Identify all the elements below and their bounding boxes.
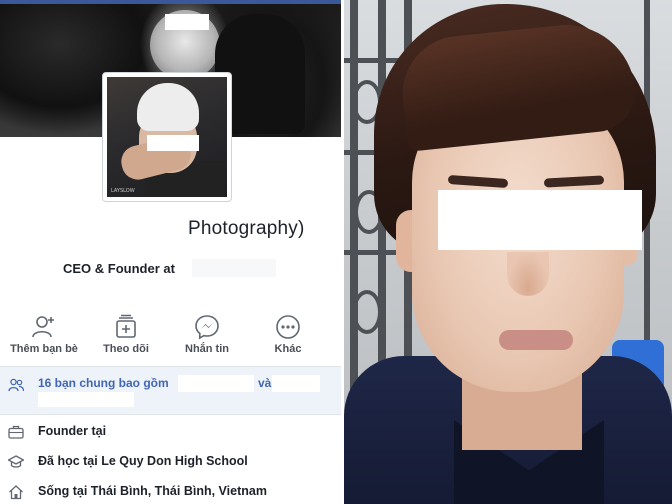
cover-redaction — [165, 14, 209, 30]
avatar-redaction — [147, 135, 199, 151]
section-divider — [0, 414, 341, 415]
info-location-row[interactable]: Sống tại Thái Bình, Thái Bình, Vietnam — [0, 480, 341, 504]
messenger-icon — [195, 315, 219, 340]
briefcase-icon — [8, 425, 24, 439]
avatar-hair — [137, 83, 199, 131]
mutual-name-redaction — [272, 375, 320, 392]
mutual-friends-icon — [8, 378, 24, 392]
mutual-friends-and: và — [258, 376, 272, 390]
profile-name: Photography) — [188, 218, 305, 239]
add-friend-icon — [32, 316, 54, 338]
add-friend-label: Thêm bạn bè — [10, 343, 78, 355]
follow-icon — [116, 314, 136, 338]
home-icon — [9, 485, 23, 500]
lips — [499, 330, 573, 350]
selfie-photo — [344, 0, 672, 504]
more-label: Khác — [274, 343, 302, 355]
info-education-text: Đã học tại Le Quy Don High School — [38, 454, 248, 468]
info-work-row[interactable]: Founder tại — [0, 420, 341, 444]
mutual-name-redaction — [178, 375, 254, 392]
message-button[interactable]: Nhắn tin — [171, 314, 243, 355]
bio-redaction — [192, 259, 276, 277]
info-education-row[interactable]: Đã học tại Le Quy Don High School — [0, 450, 341, 474]
follow-button[interactable]: Theo dõi — [90, 314, 162, 355]
follow-label: Theo dõi — [103, 343, 149, 355]
add-friend-button[interactable]: Thêm bạn bè — [8, 314, 80, 355]
profile-action-bar: Thêm bạn bè Theo dõi Nhắn tin Khác — [0, 314, 341, 364]
facebook-profile-panel: LAYSLOW Photography) CEO & Founder at Th… — [0, 0, 341, 504]
profile-picture[interactable]: LAYSLOW — [102, 72, 232, 202]
message-label: Nhắn tin — [185, 343, 229, 355]
mutual-friends-text[interactable]: 16 bạn chung bao gồm — [38, 376, 169, 390]
info-work-text: Founder tại — [38, 424, 107, 438]
gate-ornament — [352, 290, 382, 334]
profile-picture-image: LAYSLOW — [107, 77, 227, 197]
mutual-name-redaction — [38, 392, 134, 407]
eye-redaction-bar — [438, 190, 642, 250]
mutual-friends-row[interactable]: 16 bạn chung bao gồm và — [0, 366, 341, 414]
avatar-watermark: LAYSLOW — [111, 188, 135, 194]
nose — [507, 252, 549, 296]
more-icon — [276, 315, 300, 339]
profile-bio: CEO & Founder at — [63, 261, 175, 276]
more-button[interactable]: Khác — [252, 314, 324, 355]
info-location-text: Sống tại Thái Bình, Thái Bình, Vietnam — [38, 484, 267, 498]
graduation-cap-icon — [8, 455, 24, 468]
